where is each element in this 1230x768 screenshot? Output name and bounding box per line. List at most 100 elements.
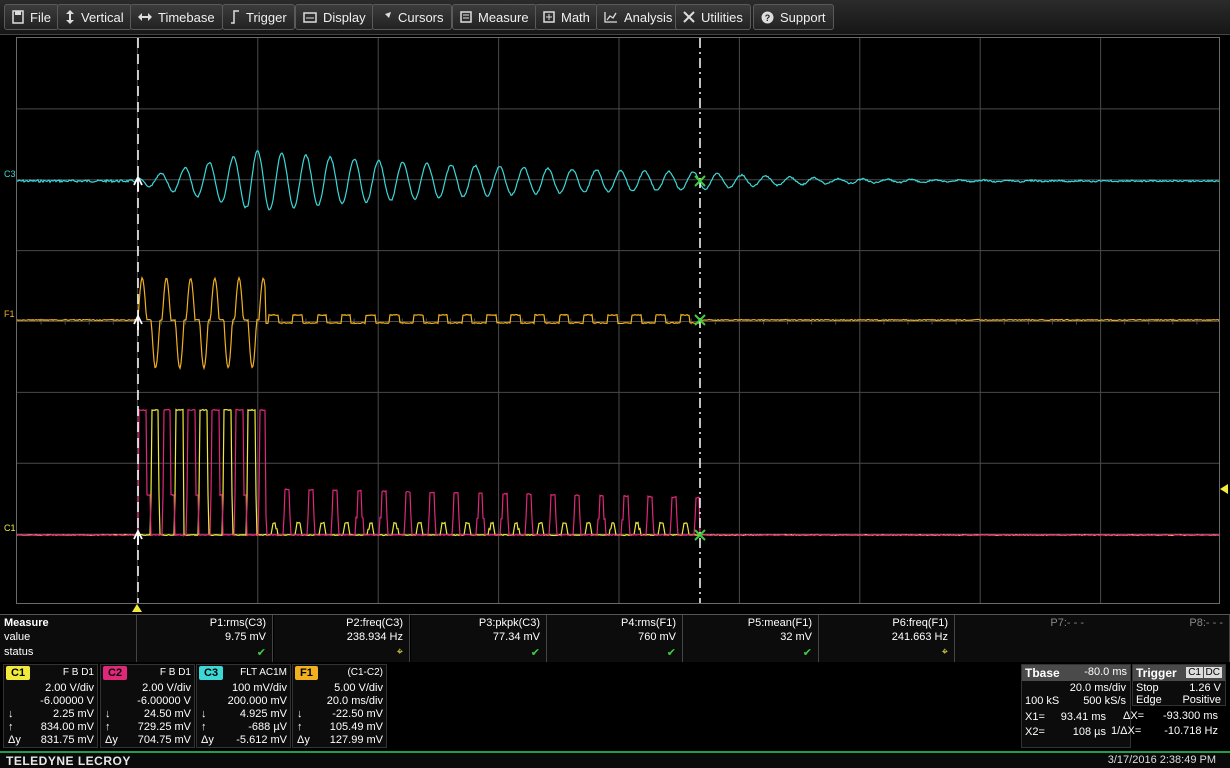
channel-flags: FLT AC1M <box>240 667 287 678</box>
menu-utilities[interactable]: Utilities <box>675 4 751 30</box>
cursor-y1-value: 4.925 mV <box>239 708 287 720</box>
vertical-arrows-icon <box>66 10 74 24</box>
cursor-y2-value: 105.49 mV <box>329 721 383 733</box>
measure-param-name: P5:mean(F1) <box>747 617 812 629</box>
menu-analysis[interactable]: Analysis <box>596 4 681 30</box>
delta-y-value: 831.75 mV <box>40 734 94 746</box>
delta-y-icon: Δy <box>8 734 21 746</box>
channel-offset: -6.00000 V <box>137 695 191 707</box>
menu-vertical-label: Vertical <box>81 9 124 25</box>
c3-trace-label[interactable]: C3 <box>4 169 16 179</box>
timebase-delay: -80.0 ms <box>1084 666 1127 678</box>
menu-trigger[interactable]: Trigger <box>222 4 295 30</box>
status-ok-icon: ✔ <box>666 647 676 659</box>
timebase-tdiv: 20.0 ms/div <box>1069 682 1126 694</box>
menu-display-label: Display <box>323 9 366 25</box>
x1-value: 93.41 ms <box>1060 711 1106 723</box>
volts-per-div: 100 mV/div <box>231 682 287 694</box>
volts-per-div: 2.00 V/div <box>45 682 94 694</box>
cursor-y2-value: -688 µV <box>248 721 287 733</box>
menu-cursors-label: Cursors <box>398 9 444 25</box>
timebase-title: Tbase <box>1025 666 1060 680</box>
timebase-header: Tbase -80.0 ms <box>1022 665 1130 681</box>
measure-param-value: 238.934 Hz <box>346 631 403 643</box>
cursor-arrow-marker <box>133 528 143 545</box>
menu-display[interactable]: Display <box>295 4 374 30</box>
delta-x-label: ΔX= <box>1123 710 1145 722</box>
channel-descriptor-f1[interactable]: F1 (C1-C2) 5.00 V/div 20.0 ms/div ↓ -22.50 mV… <box>292 664 387 748</box>
down-arrow-icon: ↓ <box>201 708 207 720</box>
down-arrow-icon: ↓ <box>105 708 111 720</box>
measure-cell-p7[interactable]: P7:- - - <box>955 615 1091 662</box>
measure-cell-p8[interactable]: P8:- - - <box>1090 615 1230 662</box>
measure-param-name: P8:- - - <box>1189 617 1223 629</box>
channel-offset: 200.000 mV <box>227 695 287 707</box>
menu-utilities-label: Utilities <box>701 9 743 25</box>
oscilloscope-screen: { "menu":{"file":"File","vertical":"Vert… <box>0 0 1230 768</box>
menu-measure[interactable]: Measure <box>452 4 537 30</box>
trigger-channel: C1 <box>1186 667 1203 678</box>
channel-offset: -6.00000 V <box>40 695 94 707</box>
waveform-grid[interactable] <box>16 37 1220 604</box>
measure-param-name: P2:freq(C3) <box>346 617 403 629</box>
c1-trace-label[interactable]: C1 <box>4 523 16 533</box>
measure-cell-p2[interactable]: P2:freq(C3) 238.934 Hz ⌖ <box>274 615 410 662</box>
inv-delta-x-label: 1/ΔX= <box>1111 725 1142 737</box>
delta-y-icon: Δy <box>201 734 214 746</box>
menu-support[interactable]: ? Support <box>753 4 834 30</box>
down-arrow-icon: ↓ <box>297 708 303 720</box>
measure-cell-p3[interactable]: P3:pkpk(C3) 77.34 mV ✔ <box>411 615 547 662</box>
trigger-descriptor[interactable]: Trigger C1 DC Stop 1.26 V Edge Positive <box>1132 664 1226 706</box>
delta-y-value: -5.612 mV <box>236 734 287 746</box>
menu-vertical[interactable]: Vertical <box>57 4 132 30</box>
channel-descriptor-c3[interactable]: C3 FLT AC1M 100 mV/div 200.000 mV ↓ 4.925 mV ↑… <box>196 664 291 748</box>
tools-icon <box>683 11 695 23</box>
up-arrow-icon: ↑ <box>201 721 207 733</box>
timebase-rate: 500 kS/s <box>1083 695 1126 707</box>
trigger-mode: Stop <box>1136 682 1159 694</box>
trigger-position-marker[interactable] <box>132 604 142 612</box>
status-ok-icon: ✔ <box>530 647 540 659</box>
delta-y-value: 704.75 mV <box>137 734 191 746</box>
channel-descriptor-c2[interactable]: C2 F B D1 2.00 V/div -6.00000 V ↓ 24.50 mV ↑ 72… <box>100 664 195 748</box>
display-icon <box>303 11 317 23</box>
timebase-samples: 100 kS <box>1025 695 1060 707</box>
analysis-chart-icon <box>604 12 617 23</box>
file-icon <box>12 10 24 24</box>
measure-title: Measure <box>4 617 49 629</box>
measure-param-value: 77.34 mV <box>492 631 540 643</box>
up-arrow-icon: ↑ <box>8 721 14 733</box>
menu-bar: File Vertical Timebase Trigger Display C… <box>0 0 1230 35</box>
delta-y-value: 127.99 mV <box>329 734 383 746</box>
status-warning-icon: ⌖ <box>941 646 948 658</box>
trigger-level-marker[interactable] <box>1220 484 1228 494</box>
menu-timebase-label: Timebase <box>158 9 215 25</box>
channel-flags: (C1-C2) <box>347 667 383 678</box>
measure-param-name: P4:rms(F1) <box>621 617 676 629</box>
measure-cell-p6[interactable]: P6:freq(F1) 241.663 Hz ⌖ <box>819 615 955 662</box>
delta-y-icon: Δy <box>297 734 310 746</box>
menu-timebase[interactable]: Timebase <box>130 4 223 30</box>
svg-text:?: ? <box>765 13 771 23</box>
trigger-edge-icon <box>231 10 239 24</box>
measure-cell-p1[interactable]: P1:rms(C3) 9.75 mV ✔ <box>137 615 273 662</box>
channel-descriptor-c1[interactable]: C1 F B D1 2.00 V/div -6.00000 V ↓ 2.25 mV ↑ 834… <box>3 664 98 748</box>
menu-support-label: Support <box>780 9 826 25</box>
channel-tag: F1 <box>295 666 318 680</box>
datetime[interactable]: 3/17/2016 2:38:49 PM <box>1108 754 1216 766</box>
menu-trigger-label: Trigger <box>246 9 287 25</box>
status-ok-icon: ✔ <box>802 647 812 659</box>
menu-measure-label: Measure <box>478 9 529 25</box>
x2-label: X2= <box>1025 726 1045 738</box>
x2-value: 108 µs <box>1072 726 1106 738</box>
trigger-coupling: DC <box>1203 667 1222 678</box>
menu-math[interactable]: Math <box>535 4 598 30</box>
measure-cell-p4[interactable]: P4:rms(F1) 760 mV ✔ <box>547 615 683 662</box>
measure-cell-p5[interactable]: P5:mean(F1) 32 mV ✔ <box>683 615 819 662</box>
f1-trace-label[interactable]: F1 <box>4 309 15 319</box>
menu-math-label: Math <box>561 9 590 25</box>
menu-file[interactable]: File <box>4 4 59 30</box>
x1-label: X1= <box>1025 711 1045 723</box>
measure-param-name: P1:rms(C3) <box>209 617 266 629</box>
menu-cursors[interactable]: Cursors <box>372 4 452 30</box>
